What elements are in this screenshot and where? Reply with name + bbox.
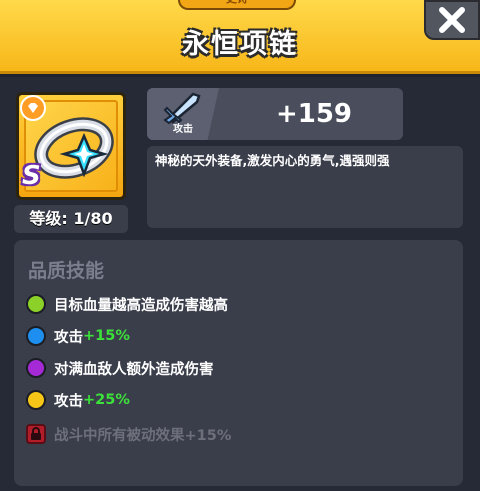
skill-text: 对满血敌人额外造成伤害 (54, 361, 214, 378)
skill-row: 目标血量越高造成伤害越高 (26, 292, 228, 316)
attack-stat-box: 攻击 +159 (147, 88, 403, 140)
skill-row: 攻击 +15% (26, 324, 130, 348)
skill-bonus: +25% (83, 392, 130, 408)
grade-badge: S (22, 161, 41, 191)
stat-label: 攻击 (173, 124, 193, 135)
skills-title: 品质技能 (28, 260, 105, 282)
rarity-tab: 史诗 (178, 0, 296, 10)
skill-dot-icon (26, 294, 46, 314)
skill-text: 攻击 (54, 393, 83, 410)
quality-skills-panel: 品质技能 目标血量越高造成伤害越高 攻击 +15% 对满血敌人额外造成伤害 攻击… (14, 240, 463, 486)
skill-row: 对满血敌人额外造成伤害 (26, 356, 214, 380)
skill-bonus: +15% (83, 328, 130, 344)
close-icon (439, 7, 465, 33)
stat-value: +159 (275, 99, 353, 129)
skill-dot-icon (26, 390, 46, 410)
skill-row-locked: 战斗中所有被动效果+15% (26, 422, 231, 446)
gem-badge-icon (20, 95, 46, 121)
item-title: 永恒项链 (182, 29, 298, 60)
skill-text: 目标血量越高造成伤害越高 (54, 297, 228, 314)
skill-dot-icon (26, 326, 46, 346)
skill-row: 攻击 +25% (26, 388, 130, 412)
item-header: 史诗 永恒项链 (0, 0, 480, 74)
skill-locked-text: 战斗中所有被动效果+15% (54, 427, 232, 444)
item-description: 神秘的天外装备,激发内心的勇气,遇强则强 (147, 146, 463, 228)
lock-icon (26, 424, 46, 444)
level-text: 等级: 1/80 (14, 205, 128, 233)
skill-dot-icon (26, 358, 46, 378)
sword-icon (163, 92, 201, 124)
close-button[interactable] (424, 0, 480, 40)
skill-text: 攻击 (54, 329, 83, 346)
